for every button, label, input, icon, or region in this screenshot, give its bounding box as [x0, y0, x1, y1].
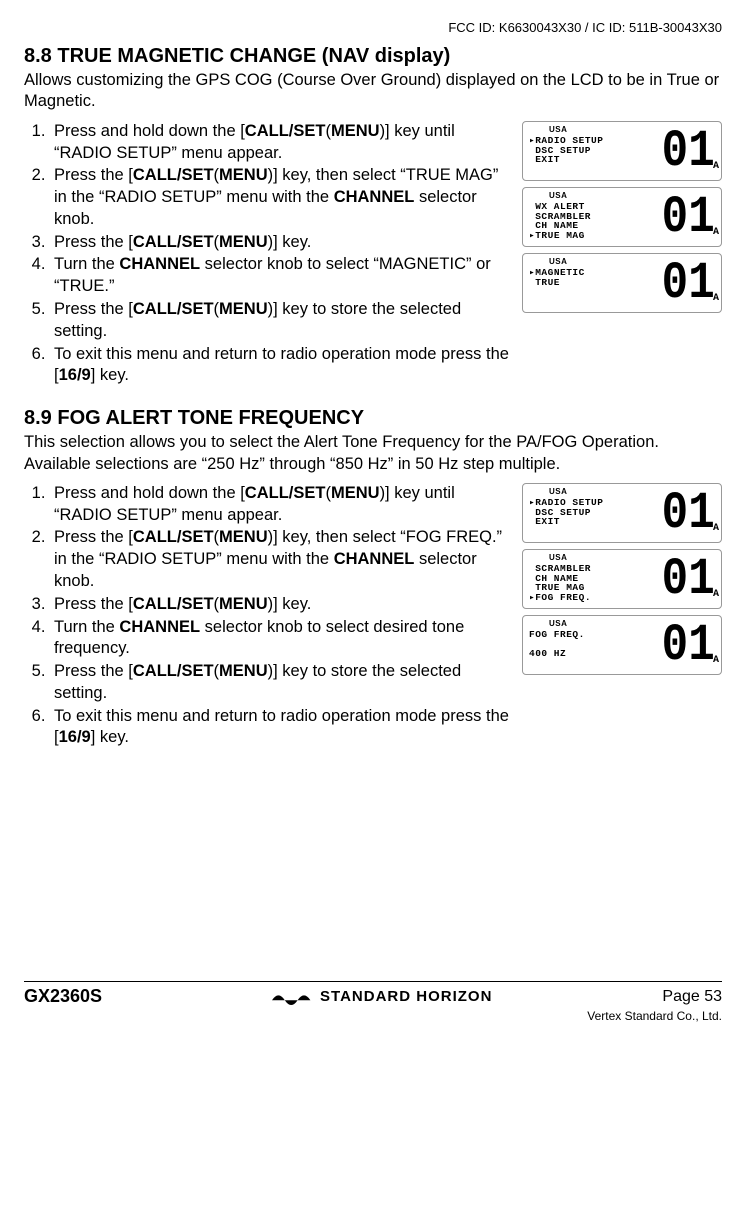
section-8-8-title: 8.8 TRUE MAGNETIC CHANGE (NAV display) [24, 45, 722, 68]
lcd-column-8-9: USA ▸RADIO SETUP DSC SETUP EXIT 01A USA … [522, 483, 722, 681]
brand-wave-icon [272, 988, 312, 1006]
list-item: To exit this menu and return to radio op… [50, 706, 514, 750]
list-item: Press the [CALL/SET(MENU)] key, then sel… [50, 165, 514, 230]
lcd-channel: 01A [657, 488, 719, 540]
list-item: Press the [CALL/SET(MENU)] key. [50, 232, 514, 254]
lcd-screen: USA FOG FREQ. 400 HZ 01A [522, 615, 722, 675]
lcd-channel: 01A [657, 554, 719, 606]
lcd-screen: USA ▸MAGNETIC TRUE 01A [522, 253, 722, 313]
list-item: To exit this menu and return to radio op… [50, 344, 514, 388]
lcd-menu-lines: WX ALERT SCRAMBLER CH NAME ▸TRUE MAG [529, 202, 591, 241]
lcd-menu-lines: ▸RADIO SETUP DSC SETUP EXIT [529, 498, 603, 527]
lcd-menu-lines: FOG FREQ. 400 HZ [529, 630, 585, 659]
section-8-9-title: 8.9 FOG ALERT TONE FREQUENCY [24, 407, 722, 430]
lcd-screen: USA ▸RADIO SETUP DSC SETUP EXIT 01A [522, 121, 722, 181]
list-item: Press the [CALL/SET(MENU)] key. [50, 594, 514, 616]
brand-logo: STANDARD HORIZON [272, 988, 492, 1006]
list-item: Press the [CALL/SET(MENU)] key, then sel… [50, 527, 514, 592]
fcc-id-line: FCC ID: K6630043X30 / IC ID: 511B-30043X… [24, 20, 722, 35]
lcd-screen: USA WX ALERT SCRAMBLER CH NAME ▸TRUE MAG… [522, 187, 722, 247]
lcd-channel: 01A [657, 192, 719, 244]
model-number: GX2360S [24, 986, 102, 1007]
list-item: Turn the CHANNEL selector knob to select… [50, 254, 514, 298]
list-item: Press and hold down the [CALL/SET(MENU)]… [50, 121, 514, 165]
lcd-channel: 01A [657, 258, 719, 310]
lcd-channel: 01A [657, 126, 719, 178]
list-item: Press the [CALL/SET(MENU)] key to store … [50, 299, 514, 343]
page-footer: GX2360S STANDARD HORIZON Page 53 [24, 981, 722, 1007]
list-item: Press and hold down the [CALL/SET(MENU)]… [50, 483, 514, 527]
lcd-channel: 01A [657, 620, 719, 672]
company-line: Vertex Standard Co., Ltd. [24, 1009, 722, 1023]
page-number: Page 53 [662, 988, 722, 1006]
section-8-8-intro: Allows customizing the GPS COG (Course O… [24, 70, 722, 113]
brand-text: STANDARD HORIZON [320, 988, 492, 1005]
section-8-8-steps: Press and hold down the [CALL/SET(MENU)]… [24, 121, 514, 387]
lcd-menu-lines: ▸RADIO SETUP DSC SETUP EXIT [529, 136, 603, 165]
lcd-menu-lines: SCRAMBLER CH NAME TRUE MAG ▸FOG FREQ. [529, 564, 591, 603]
section-8-9-intro: This selection allows you to select the … [24, 432, 722, 475]
lcd-screen: USA SCRAMBLER CH NAME TRUE MAG ▸FOG FREQ… [522, 549, 722, 609]
lcd-screen: USA ▸RADIO SETUP DSC SETUP EXIT 01A [522, 483, 722, 543]
list-item: Press the [CALL/SET(MENU)] key to store … [50, 661, 514, 705]
list-item: Turn the CHANNEL selector knob to select… [50, 617, 514, 661]
lcd-menu-lines: ▸MAGNETIC TRUE [529, 268, 585, 287]
lcd-column-8-8: USA ▸RADIO SETUP DSC SETUP EXIT 01A USA … [522, 121, 722, 319]
section-8-9-steps: Press and hold down the [CALL/SET(MENU)]… [24, 483, 514, 749]
